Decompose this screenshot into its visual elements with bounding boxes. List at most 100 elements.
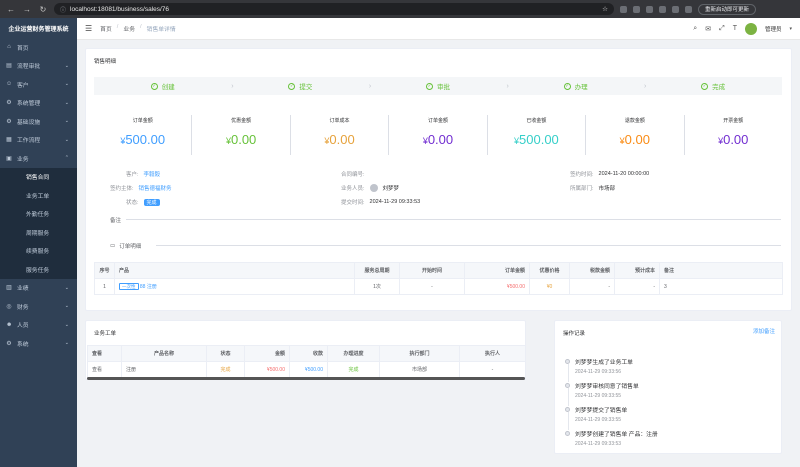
extension-icon[interactable]: [633, 5, 640, 13]
info-contract: 合同编号:: [341, 172, 365, 178]
back-icon[interactable]: ←: [6, 5, 16, 14]
customer-link[interactable]: 李毅毅: [144, 170, 161, 178]
reload-icon[interactable]: ↻: [38, 5, 48, 14]
sidebar-item-customer[interactable]: ☺ 客户 ⌄: [0, 75, 77, 94]
chevron-down-icon: ⌄: [64, 303, 69, 310]
sidebar-item-service-task[interactable]: 服务任务: [0, 260, 77, 279]
chevron-down-icon: ⌄: [64, 62, 69, 69]
col-header: 序号: [94, 262, 115, 279]
work-order-card: 业务工单 查看 产品名称 状态 金额 收款 办理进度 执行部门 执行人 查看 注…: [85, 320, 526, 380]
update-button[interactable]: 重新启动即可更新: [698, 3, 757, 15]
sidebar: 企业运营财务管理系统 ⌂ 首页 ▤ 流程审批 ⌄ ☺ 客户 ⌄ ⚙ 系统管理 ⌄ ⚙ 基础设施 ⌄…: [0, 18, 77, 467]
extension-icon[interactable]: [672, 5, 679, 13]
status-steps: ✓ 创建 › ✓ 提交 › ✓ 审批 › ✓ 办理 › ✓ 完成: [94, 77, 782, 95]
bookmark-star-icon[interactable]: ☆: [602, 5, 608, 13]
product-link[interactable]: 88 注册: [140, 284, 157, 290]
sidebar-item-renewal[interactable]: 续费服务: [0, 242, 77, 261]
box-icon: ▭: [110, 243, 116, 249]
chevron-down-icon: ⌄: [64, 99, 69, 106]
breadcrumb-home[interactable]: 首页: [100, 24, 112, 33]
menu-toggle-icon[interactable]: ☰: [85, 24, 92, 33]
info-submit-time: 提交时间: 2024-11-29 09:33:53: [341, 199, 421, 206]
remark-label: 备注: [110, 218, 122, 224]
col-header: 产品: [114, 262, 355, 279]
sidebar-item-infra[interactable]: ⚙ 基础设施 ⌄: [0, 112, 77, 131]
sidebar-item-finance[interactable]: ◎ 财务 ⌄: [0, 297, 77, 316]
chevron-down-icon: ⌄: [64, 81, 69, 88]
search-icon[interactable]: ⌕: [693, 25, 697, 33]
extension-icon[interactable]: [685, 5, 692, 13]
extension-icon[interactable]: [620, 5, 627, 13]
font-size-icon[interactable]: T: [733, 25, 737, 32]
col-header: 状态: [206, 345, 245, 362]
sidebar-item-field-task[interactable]: 外勤任务: [0, 205, 77, 224]
work-order-table: 查看 产品名称 状态 金额 收款 办理进度 执行部门 执行人 查看 注册 完成 …: [87, 345, 526, 378]
order-detail-table: 序号 产品 服务总周期 开始时间 订单金额 优惠价格 税款金额 预计成本 备注 …: [94, 262, 783, 295]
extension-icon[interactable]: [659, 5, 666, 13]
info-sign-time: 签约时间: 2024-11-20 00:00:00: [570, 171, 650, 178]
info-staff: 业务人员: 刘梦梦: [341, 184, 400, 192]
timeline-item: 刘梦梦审核同意了销售单 2024-11-29 09:33:55: [565, 381, 765, 406]
col-header: 金额: [244, 345, 290, 362]
card-title: 业务工单: [94, 331, 117, 337]
avatar[interactable]: [744, 22, 757, 35]
message-icon[interactable]: ✉: [705, 25, 711, 33]
sidebar-item-system[interactable]: ⚙ 系统 ⌄: [0, 334, 77, 353]
horizontal-scrollbar[interactable]: [87, 377, 525, 380]
add-remark-button[interactable]: 添加备注: [753, 327, 775, 335]
address-bar[interactable]: ⓘ localhost:18081/business/sales/76 ☆: [54, 3, 614, 15]
sidebar-item-business[interactable]: ▣ 业务 ⌃: [0, 149, 77, 168]
card-title: 销售明细: [94, 59, 117, 65]
check-circle-icon: ✓: [701, 82, 709, 90]
chevron-down-icon: ⌄: [64, 321, 69, 328]
info-customer: 客户: 李毅毅: [126, 170, 161, 178]
sidebar-item-cycle-service[interactable]: 周期服务: [0, 223, 77, 242]
fullscreen-icon[interactable]: ⤢: [719, 25, 725, 33]
chevron-down-icon: ⌄: [64, 340, 69, 347]
timeline-item: 刘梦梦创建了销售单 产品：注册 2024-11-29 09:33:53: [565, 429, 765, 453]
col-header: 收款: [289, 345, 328, 362]
sidebar-item-work-order[interactable]: 业务工单: [0, 186, 77, 205]
info-subject: 签约主体: 销售德福财务: [110, 184, 172, 192]
sidebar-item-home[interactable]: ⌂ 首页: [0, 38, 77, 57]
amount-order-2: 订单金额 ¥0.00: [389, 115, 488, 155]
home-icon: ⌂: [7, 44, 11, 51]
view-link[interactable]: 查看: [87, 361, 122, 378]
breadcrumb: 首页 / 业务 / 销售单详情: [100, 24, 176, 33]
sidebar-item-approval[interactable]: ▤ 流程审批 ⌄: [0, 57, 77, 76]
col-header: 服务总周期: [354, 262, 400, 279]
divider: [126, 219, 781, 220]
col-header: 执行人: [459, 345, 526, 362]
chevron-down-icon: ⌄: [64, 284, 69, 291]
col-header: 预计成本: [614, 262, 660, 279]
sidebar-item-system-mgmt[interactable]: ⚙ 系统管理 ⌄: [0, 94, 77, 113]
subject-link[interactable]: 销售德福财务: [139, 184, 172, 192]
breadcrumb-business[interactable]: 业务: [123, 24, 135, 33]
folder-icon: ▣: [6, 155, 12, 162]
col-header: 产品名称: [121, 345, 207, 362]
col-header: 执行部门: [379, 345, 460, 362]
check-circle-icon: ✓: [425, 82, 433, 90]
user-name[interactable]: 管理员: [765, 25, 782, 33]
sidebar-item-performance[interactable]: ▥ 业绩 ⌄: [0, 279, 77, 298]
site-info-icon[interactable]: ⓘ: [60, 5, 66, 14]
table-row: 查看 注册 完成 ¥500.00 ¥500.00 完成 市场部 -: [87, 361, 526, 378]
amount-summary: 订单金额 ¥500.00 优惠金额 ¥0.00 订单成本 ¥0.00 订单金额 ¥0.0…: [94, 115, 782, 155]
gear-icon: ⚙: [6, 100, 12, 107]
col-header: 开始时间: [399, 262, 465, 279]
app-title: 企业运营财务管理系统: [8, 26, 69, 33]
chevron-up-icon: ⌃: [64, 155, 69, 162]
amount-received: 已收金额 ¥500.00: [488, 115, 587, 155]
sidebar-item-sales-contract[interactable]: 销售合同: [0, 168, 77, 187]
forward-icon[interactable]: →: [22, 5, 32, 14]
sales-detail-card: 销售明细 ✓ 创建 › ✓ 提交 › ✓ 审批 › ✓ 办理 › ✓ 完成 订单金额 ¥500.00…: [85, 48, 792, 311]
chevron-down-icon[interactable]: ▾: [789, 26, 792, 32]
extension-icon[interactable]: [646, 5, 653, 13]
sidebar-item-workflow[interactable]: ▦ 工作流程 ⌄: [0, 131, 77, 150]
flow-icon: ▤: [6, 63, 12, 70]
step-item: ✓ 完成: [701, 82, 726, 91]
col-header: 税款金额: [569, 262, 615, 279]
flow-icon: ▦: [6, 137, 12, 144]
sidebar-item-people[interactable]: ☻ 人员 ⌄: [0, 316, 77, 335]
avatar: [369, 184, 378, 192]
